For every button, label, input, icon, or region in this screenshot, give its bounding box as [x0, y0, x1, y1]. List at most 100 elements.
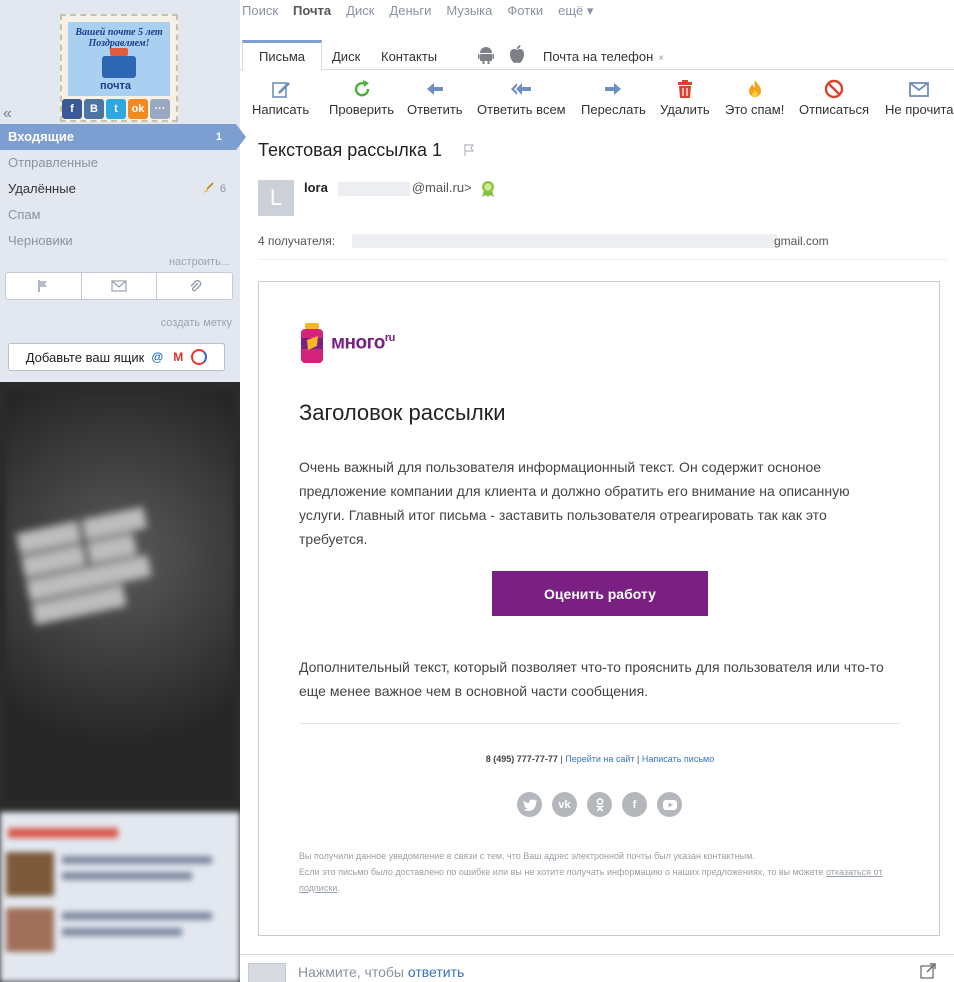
sender-domain: @mail.ru>	[411, 180, 472, 195]
trash-icon	[677, 80, 692, 98]
rambler-icon	[191, 349, 208, 365]
sidebar: Вашей почте 5 лет Поздравляем! почта f B…	[0, 0, 246, 982]
facebook-icon[interactable]: f	[62, 99, 82, 119]
twitter-icon[interactable]: t	[106, 99, 126, 119]
brand-logo[interactable]: многоru	[299, 322, 395, 364]
envelope-icon	[909, 82, 930, 97]
filter-flagged-button[interactable]	[6, 273, 82, 299]
paperclip-icon	[190, 280, 201, 292]
youtube-icon[interactable]	[657, 792, 682, 817]
spam-button[interactable]: Это спам!	[725, 78, 784, 117]
footer-contacts: 8 (495) 777-77-77 | Перейти на сайт | На…	[485, 754, 715, 764]
reply-all-button[interactable]: Ответить всем	[477, 78, 566, 117]
forward-button[interactable]: Переслать	[581, 78, 646, 117]
folder-drafts[interactable]: Черновики	[0, 228, 240, 254]
user-avatar	[248, 963, 286, 982]
reply-all-icon	[511, 83, 532, 95]
tab-mail-on-phone[interactable]: Почта на телефон ×	[543, 40, 664, 70]
reply-button[interactable]: Ответить	[407, 78, 463, 117]
folder-label: Отправленные	[8, 155, 98, 170]
folder-inbox[interactable]: Входящие 1	[0, 124, 246, 150]
nav-disk[interactable]: Диск	[346, 3, 374, 19]
tab-bar: Письма Диск Контакты Почта на телефон ×	[240, 40, 954, 71]
vk-icon[interactable]: B	[84, 99, 104, 119]
folder-label: Спам	[8, 207, 41, 222]
reply-link[interactable]: ответить	[408, 964, 464, 980]
no-entry-icon	[824, 79, 844, 99]
quick-reply-bar[interactable]: Нажмите, чтобы ответить	[240, 954, 954, 982]
advertisement-blurred[interactable]: ▇▇▇▇ ▇▇▇▇ ▇▇▇▇ ▇▇▇ ▇▇▇▇▇▇▇▇ ▇▇▇▇▇▇	[0, 382, 240, 982]
clean-folder-icon[interactable]	[202, 182, 214, 194]
recipients-label[interactable]: 4 получателя:	[258, 234, 335, 248]
visit-site-link[interactable]: Перейти на сайт	[565, 754, 634, 764]
odnoklassniki-icon[interactable]	[587, 792, 612, 817]
filter-unread-button[interactable]	[82, 273, 158, 299]
nav-photos[interactable]: Фотки	[507, 3, 543, 19]
collapse-sidebar-icon[interactable]: «	[3, 105, 12, 123]
tab-disk[interactable]: Диск	[332, 40, 360, 70]
expand-icon[interactable]	[920, 963, 936, 979]
newsletter-title: Заголовок рассылки	[299, 400, 506, 425]
footer-social-icons: vk f	[517, 792, 682, 817]
mark-unread-button[interactable]: Не прочита	[885, 78, 954, 117]
flag-icon[interactable]	[462, 143, 476, 157]
newsletter-extra-text: Дополнительный текст, который позволяет …	[299, 659, 884, 699]
delete-button[interactable]: Удалить	[660, 78, 710, 117]
tab-letters[interactable]: Письма	[242, 40, 322, 71]
twitter-icon[interactable]	[517, 792, 542, 817]
brand-name: многоru	[331, 331, 395, 354]
write-letter-link[interactable]: Написать письмо	[642, 754, 714, 764]
message-toolbar: Написать Проверить Ответить Ответить все…	[240, 72, 954, 122]
check-mail-button[interactable]: Проверить	[329, 78, 394, 117]
nav-music[interactable]: Музыка	[446, 3, 492, 19]
nav-more[interactable]: ещё ▾	[558, 3, 593, 19]
create-label-link[interactable]: создать метку	[161, 317, 232, 329]
compose-button[interactable]: Написать	[252, 78, 309, 117]
logo-mail-word: почта	[100, 80, 131, 92]
quick-reply-prompt[interactable]: Нажмите, чтобы ответить	[298, 964, 464, 980]
header-divider	[258, 259, 948, 260]
vk-icon[interactable]: vk	[552, 792, 577, 817]
folder-label: Входящие	[8, 129, 74, 144]
folder-sent[interactable]: Отправленные	[0, 150, 240, 176]
top-navigation: Поиск Почта Диск Деньги Музыка Фотки ещё…	[242, 3, 593, 19]
close-icon[interactable]: ×	[658, 53, 664, 64]
nav-search[interactable]: Поиск	[242, 3, 278, 19]
social-share-icons: f B t ok ···	[62, 99, 170, 119]
facebook-icon[interactable]: f	[622, 792, 647, 817]
forward-icon	[605, 83, 622, 95]
footer-phone: 8 (495) 777-77-77	[485, 754, 558, 764]
email-body: многоru Заголовок рассылки Очень важный …	[258, 281, 940, 936]
pencil-icon	[271, 82, 290, 98]
reply-icon	[426, 83, 443, 95]
odnoklassniki-icon[interactable]: ok	[128, 99, 148, 119]
at-icon: @	[151, 350, 164, 364]
android-icon[interactable]	[478, 46, 494, 64]
message-subject: Текстовая рассылка 1	[258, 140, 442, 160]
configure-folders-link[interactable]: настроить...	[169, 256, 230, 268]
nav-money[interactable]: Деньги	[389, 3, 431, 19]
add-mailbox-button[interactable]: Добавьте ваш ящик @ M	[8, 343, 225, 371]
folder-label: Удалённые	[8, 181, 76, 196]
folder-count: 6	[219, 183, 226, 195]
redacted-address	[337, 181, 410, 196]
filter-attachments-button[interactable]	[157, 273, 232, 299]
verified-sender-icon[interactable]	[480, 180, 496, 198]
rate-work-button[interactable]: Оценить работу	[492, 571, 708, 616]
tab-contacts[interactable]: Контакты	[381, 40, 437, 70]
apple-icon[interactable]	[508, 44, 526, 64]
unsubscribe-button[interactable]: Отписаться	[799, 78, 869, 117]
sender-avatar: L	[258, 180, 294, 216]
mail-app: Вашей почте 5 лет Поздравляем! почта f B…	[0, 0, 954, 982]
sender-info[interactable]: lora @mail.ru>	[304, 180, 472, 196]
folder-count: 1	[215, 131, 222, 143]
nav-mail[interactable]: Почта	[293, 3, 331, 19]
cake-icon	[102, 48, 136, 78]
folder-spam[interactable]: Спам	[0, 202, 240, 228]
filter-bar	[5, 272, 233, 300]
footer-divider	[299, 723, 899, 724]
more-icon[interactable]: ···	[150, 99, 170, 119]
folder-deleted[interactable]: Удалённые 6	[0, 176, 240, 202]
flag-icon	[38, 280, 48, 292]
newsletter-body-text: Очень важный для пользователя информацио…	[299, 459, 850, 547]
